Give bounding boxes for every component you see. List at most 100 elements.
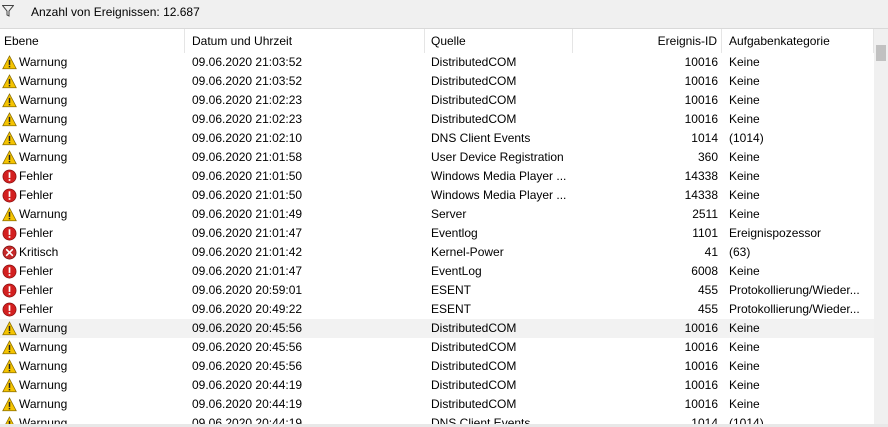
cell-task-category: Keine	[729, 55, 760, 69]
cell-datetime: 09.06.2020 20:44:19	[192, 397, 303, 411]
warning-icon	[2, 74, 17, 89]
warning-icon	[2, 207, 17, 222]
level-label: Warnung	[19, 131, 68, 145]
cell-task-category: Keine	[729, 321, 760, 335]
cell-task-category: Keine	[729, 207, 760, 221]
filter-icon[interactable]	[2, 5, 14, 17]
cell-datetime: 09.06.2020 21:02:23	[192, 93, 303, 107]
level-label: Warnung	[19, 93, 68, 107]
table-row[interactable]: Warnung 09.06.2020 20:44:19 DistributedCOM…	[0, 395, 874, 414]
cell-source: DNS Client Events	[431, 131, 531, 145]
error-icon	[2, 188, 17, 203]
cell-task-category: (1014)	[729, 131, 764, 145]
cell-level: Kritisch	[0, 243, 185, 262]
cell-source: Windows Media Player ...	[431, 188, 567, 202]
cell-level: Warnung	[0, 53, 185, 72]
cell-source: DistributedCOM	[431, 321, 517, 335]
table-row[interactable]: Fehler 09.06.2020 21:01:50 Windows Media P…	[0, 167, 874, 186]
level-label: Warnung	[19, 207, 68, 221]
cell-event-id: 41	[704, 245, 718, 259]
warning-icon	[2, 378, 17, 393]
level-label: Warnung	[19, 74, 68, 88]
cell-event-id: 360	[697, 150, 718, 164]
cell-source: DistributedCOM	[431, 55, 517, 69]
table-row[interactable]: Warnung 09.06.2020 20:45:56 DistributedCOM…	[0, 319, 874, 338]
cell-source: DistributedCOM	[431, 93, 517, 107]
cell-level: Warnung	[0, 129, 185, 148]
table-row[interactable]: Warnung 09.06.2020 21:02:10 DNS Client Eve…	[0, 129, 874, 148]
table-row[interactable]: Warnung 09.06.2020 20:45:56 DistributedCOM…	[0, 338, 874, 357]
table-row[interactable]: Fehler 09.06.2020 21:01:47 Eventlog 1101 Ere…	[0, 224, 874, 243]
table-row[interactable]: Fehler 09.06.2020 21:01:47 EventLog 6008 Kei…	[0, 262, 874, 281]
cell-task-category: (63)	[729, 245, 751, 259]
column-header-source[interactable]: Quelle	[425, 29, 573, 53]
level-label: Warnung	[19, 150, 68, 164]
cell-source: DistributedCOM	[431, 74, 517, 88]
cell-level: Warnung	[0, 319, 185, 338]
table-row[interactable]: Warnung 09.06.2020 21:02:23 DistributedCOM…	[0, 91, 874, 110]
table-row[interactable]: Warnung 09.06.2020 21:01:49 Server 2511 Kein…	[0, 205, 874, 224]
column-header-event-id[interactable]: Ereignis-ID	[573, 29, 722, 53]
cell-source: DistributedCOM	[431, 359, 517, 373]
scrollbar-thumb[interactable]	[876, 45, 886, 61]
column-header-task-category[interactable]: Aufgabenkategorie	[722, 29, 874, 53]
level-label: Warnung	[19, 112, 68, 126]
cell-source: Kernel-Power	[431, 245, 504, 259]
error-icon	[2, 302, 17, 317]
table-row[interactable]: Fehler 09.06.2020 20:49:22 ESENT 455 Protoko…	[0, 300, 874, 319]
cell-datetime: 09.06.2020 21:01:50	[192, 169, 303, 183]
cell-level: Warnung	[0, 376, 185, 395]
warning-icon	[2, 359, 17, 374]
vertical-scrollbar[interactable]	[874, 29, 888, 425]
cell-level: Warnung	[0, 110, 185, 129]
cell-source: Windows Media Player ...	[431, 169, 567, 183]
cell-task-category: Keine	[729, 74, 760, 88]
column-header-level[interactable]: Ebene	[0, 29, 185, 53]
cell-level: Warnung	[0, 91, 185, 110]
cell-datetime: 09.06.2020 20:45:56	[192, 359, 303, 373]
cell-level: Warnung	[0, 338, 185, 357]
cell-event-id: 2511	[692, 207, 718, 221]
table-row[interactable]: Warnung 09.06.2020 21:01:58 User Device Re…	[0, 148, 874, 167]
cell-task-category: Keine	[729, 340, 760, 354]
warning-icon	[2, 340, 17, 355]
cell-task-category: Keine	[729, 359, 760, 373]
cell-event-id: 10016	[684, 397, 718, 411]
cell-level: Fehler	[0, 186, 185, 205]
table-row[interactable]: Warnung 09.06.2020 20:44:19 DistributedCOM…	[0, 376, 874, 395]
cell-event-id: 10016	[684, 74, 718, 88]
cell-datetime: 09.06.2020 21:01:47	[192, 264, 303, 278]
cell-source: EventLog	[431, 264, 482, 278]
level-label: Warnung	[19, 397, 68, 411]
level-label: Warnung	[19, 378, 68, 392]
table-row[interactable]: Kritisch 09.06.2020 21:01:42 Kernel-Power 4…	[0, 243, 874, 262]
table-row[interactable]: Warnung 09.06.2020 20:45:56 DistributedCOM…	[0, 357, 874, 376]
level-label: Fehler	[19, 283, 54, 297]
warning-icon	[2, 150, 17, 165]
table-row[interactable]: Warnung 09.06.2020 21:03:52 DistributedCOM…	[0, 72, 874, 91]
cell-datetime: 09.06.2020 21:01:49	[192, 207, 303, 221]
error-icon	[2, 264, 17, 279]
event-table: Ebene Datum und Uhrzeit Quelle Ereignis-…	[0, 29, 874, 425]
cell-event-id: 10016	[684, 340, 718, 354]
level-label: Fehler	[19, 226, 54, 240]
level-label: Kritisch	[19, 245, 59, 259]
level-label: Warnung	[19, 359, 68, 373]
cell-task-category: Keine	[729, 112, 760, 126]
table-row[interactable]: Fehler 09.06.2020 20:59:01 ESENT 455 Protoko…	[0, 281, 874, 300]
column-header-datetime[interactable]: Datum und Uhrzeit	[185, 29, 425, 53]
cell-task-category: Keine	[729, 188, 760, 202]
cell-event-id: 14338	[684, 169, 718, 183]
cell-datetime: 09.06.2020 21:01:58	[192, 150, 303, 164]
cell-event-id: 455	[697, 283, 718, 297]
cell-level: Fehler	[0, 262, 185, 281]
cell-task-category: Keine	[729, 397, 760, 411]
cell-event-id: 10016	[684, 321, 718, 335]
cell-event-id: 10016	[684, 378, 718, 392]
cell-source: User Device Registration	[431, 150, 564, 164]
cell-event-id: 10016	[684, 93, 718, 107]
cell-datetime: 09.06.2020 20:45:56	[192, 321, 303, 335]
table-row[interactable]: Fehler 09.06.2020 21:01:50 Windows Media P…	[0, 186, 874, 205]
table-row[interactable]: Warnung 09.06.2020 21:02:23 DistributedCOM…	[0, 110, 874, 129]
table-row[interactable]: Warnung 09.06.2020 21:03:52 DistributedCOM…	[0, 53, 874, 72]
